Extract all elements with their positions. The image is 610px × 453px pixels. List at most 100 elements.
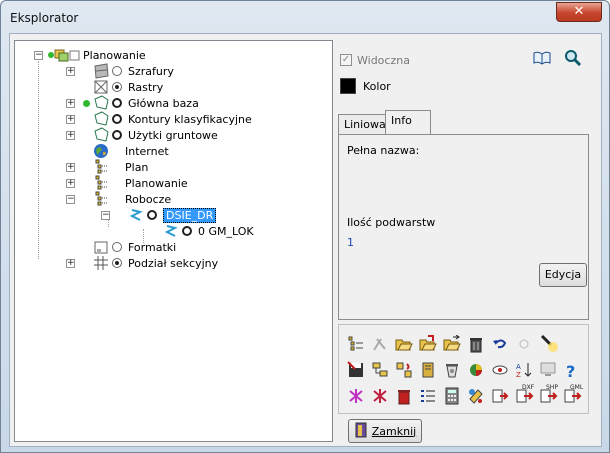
shp-export-icon[interactable]: SHP	[539, 383, 561, 403]
layer-radio[interactable]	[112, 130, 122, 140]
color-label: Kolor	[363, 80, 391, 93]
globe-icon	[93, 143, 109, 159]
book-stack-icon[interactable]	[419, 361, 437, 379]
sort-icon[interactable]: AZ	[515, 361, 533, 379]
tree-item[interactable]: Formatki	[66, 239, 176, 255]
layer-radio[interactable]	[182, 226, 192, 236]
open-folder-icon[interactable]	[395, 335, 413, 353]
sublayers-label: Ilość podwarstw	[347, 216, 436, 229]
expand-toggle[interactable]: +	[66, 258, 75, 268]
tool-palette: AZ ? DXF SHP GML	[338, 324, 589, 414]
highlight-icon[interactable]	[539, 333, 558, 352]
tree-item[interactable]: + Użytki gruntowe	[66, 127, 218, 143]
save-icon[interactable]	[347, 361, 365, 379]
layer-radio[interactable]	[147, 210, 157, 220]
client-area: − Planowanie + Szrafury Rastry + Główna …	[9, 33, 602, 447]
layer-radio[interactable]	[112, 98, 122, 108]
delete-layer-icon[interactable]	[371, 335, 389, 353]
sheet-icon	[93, 239, 109, 255]
book-icon[interactable]	[533, 50, 551, 69]
line-layer-icon	[163, 223, 179, 239]
layer-radio[interactable]	[112, 82, 122, 92]
layers-root-icon	[47, 47, 80, 63]
hatching-icon	[93, 63, 109, 79]
close-button[interactable]: Zamknij	[348, 419, 422, 443]
tree-item-label: Główna baza	[128, 96, 199, 110]
collapse-toggle[interactable]: −	[34, 50, 43, 60]
polygon-layer-icon	[93, 127, 109, 143]
svg-text:A: A	[516, 363, 521, 371]
tree-root[interactable]: − Planowanie	[34, 47, 146, 63]
collapse-toggle[interactable]: −	[101, 210, 110, 220]
tree-item-label: Podział sekcyjny	[128, 256, 219, 270]
edit-button[interactable]: Edycja	[539, 263, 587, 287]
info-panel: Pełna nazwa: Ilość podwarstw 1 Edycja	[338, 134, 589, 320]
open-folder-arrow-icon[interactable]	[443, 334, 461, 353]
group-layer-icon	[93, 175, 109, 191]
paint-icon[interactable]	[467, 387, 485, 405]
visible-checkbox[interactable]: ✓	[340, 54, 352, 66]
undo-icon[interactable]	[491, 335, 509, 353]
circle-icon[interactable]	[515, 335, 533, 353]
tree-item-selected[interactable]: − DSIE_DR	[101, 207, 217, 223]
sublayers-value: 1	[347, 236, 354, 249]
monitor-icon[interactable]	[539, 361, 557, 379]
tree-item[interactable]: + Planowanie	[66, 175, 188, 191]
tree-item-label: Formatki	[128, 240, 177, 254]
red-plus-icon[interactable]	[371, 387, 389, 405]
open-folder-red-icon[interactable]	[419, 335, 437, 353]
expand-toggle[interactable]: +	[66, 162, 75, 172]
help-icon[interactable]: ?	[563, 361, 581, 381]
pie-chart-icon[interactable]	[467, 361, 485, 379]
tree-item-label: Użytki gruntowe	[128, 128, 218, 142]
svg-text:Z: Z	[516, 371, 521, 379]
eye-icon[interactable]	[491, 361, 509, 379]
recycle-bin-icon[interactable]	[443, 361, 461, 379]
tree-item[interactable]: + Plan	[66, 159, 148, 175]
red-trash-icon[interactable]	[395, 387, 413, 405]
window-title: Eksplorator	[10, 11, 79, 25]
expand-toggle[interactable]: +	[66, 114, 75, 124]
refresh-icon[interactable]	[395, 361, 413, 379]
raster-icon	[93, 79, 109, 95]
close-button-label: Zamknij	[371, 424, 417, 438]
tree-item[interactable]: + Kontury klasyfikacyjne	[66, 111, 252, 127]
expand-toggle[interactable]: +	[66, 66, 75, 76]
exit-door-icon	[354, 422, 368, 441]
visible-label: Widoczna	[357, 54, 410, 67]
polygon-layer-icon	[93, 95, 109, 111]
zoom-icon[interactable]	[564, 49, 582, 70]
export-icon[interactable]	[491, 387, 509, 405]
expand-toggle[interactable]: +	[66, 130, 75, 140]
layer-radio[interactable]	[112, 66, 122, 76]
folder-tree-icon[interactable]	[371, 361, 389, 379]
tree-item[interactable]: − Robocze	[66, 191, 171, 207]
pink-plus-icon[interactable]	[347, 387, 365, 405]
expand-toggle[interactable]: +	[66, 98, 75, 108]
tab-liniowa[interactable]: Liniowa	[338, 114, 386, 134]
active-dot-icon	[83, 99, 90, 107]
layer-radio[interactable]	[112, 242, 122, 252]
list-icon[interactable]	[419, 387, 437, 405]
expand-toggle[interactable]: +	[66, 178, 75, 188]
trash-icon[interactable]	[467, 335, 485, 353]
tree-item[interactable]: 0 GM_LOK	[163, 223, 254, 239]
color-swatch[interactable]	[340, 78, 356, 94]
close-window-button[interactable]: ✕	[556, 2, 602, 22]
tree-guide-line	[38, 61, 39, 259]
tree-root-label: Planowanie	[83, 48, 146, 62]
tab-info[interactable]: Info	[385, 110, 431, 134]
tree-item[interactable]: + Podział sekcyjny	[66, 255, 218, 271]
layer-tree[interactable]: − Planowanie + Szrafury Rastry + Główna …	[14, 40, 333, 442]
layer-radio[interactable]	[112, 114, 122, 124]
tree-item[interactable]: Internet	[66, 143, 169, 159]
layer-list-icon[interactable]	[347, 335, 365, 353]
layer-radio[interactable]	[112, 258, 122, 268]
tree-item[interactable]: Rastry	[66, 79, 163, 95]
dxf-export-icon[interactable]: DXF	[515, 383, 537, 403]
gml-export-icon[interactable]: GML	[563, 383, 585, 403]
calculator-icon[interactable]	[443, 387, 461, 405]
tree-item[interactable]: + Główna baza	[66, 95, 199, 111]
collapse-toggle[interactable]: −	[66, 194, 75, 204]
tree-item[interactable]: + Szrafury	[66, 63, 174, 79]
